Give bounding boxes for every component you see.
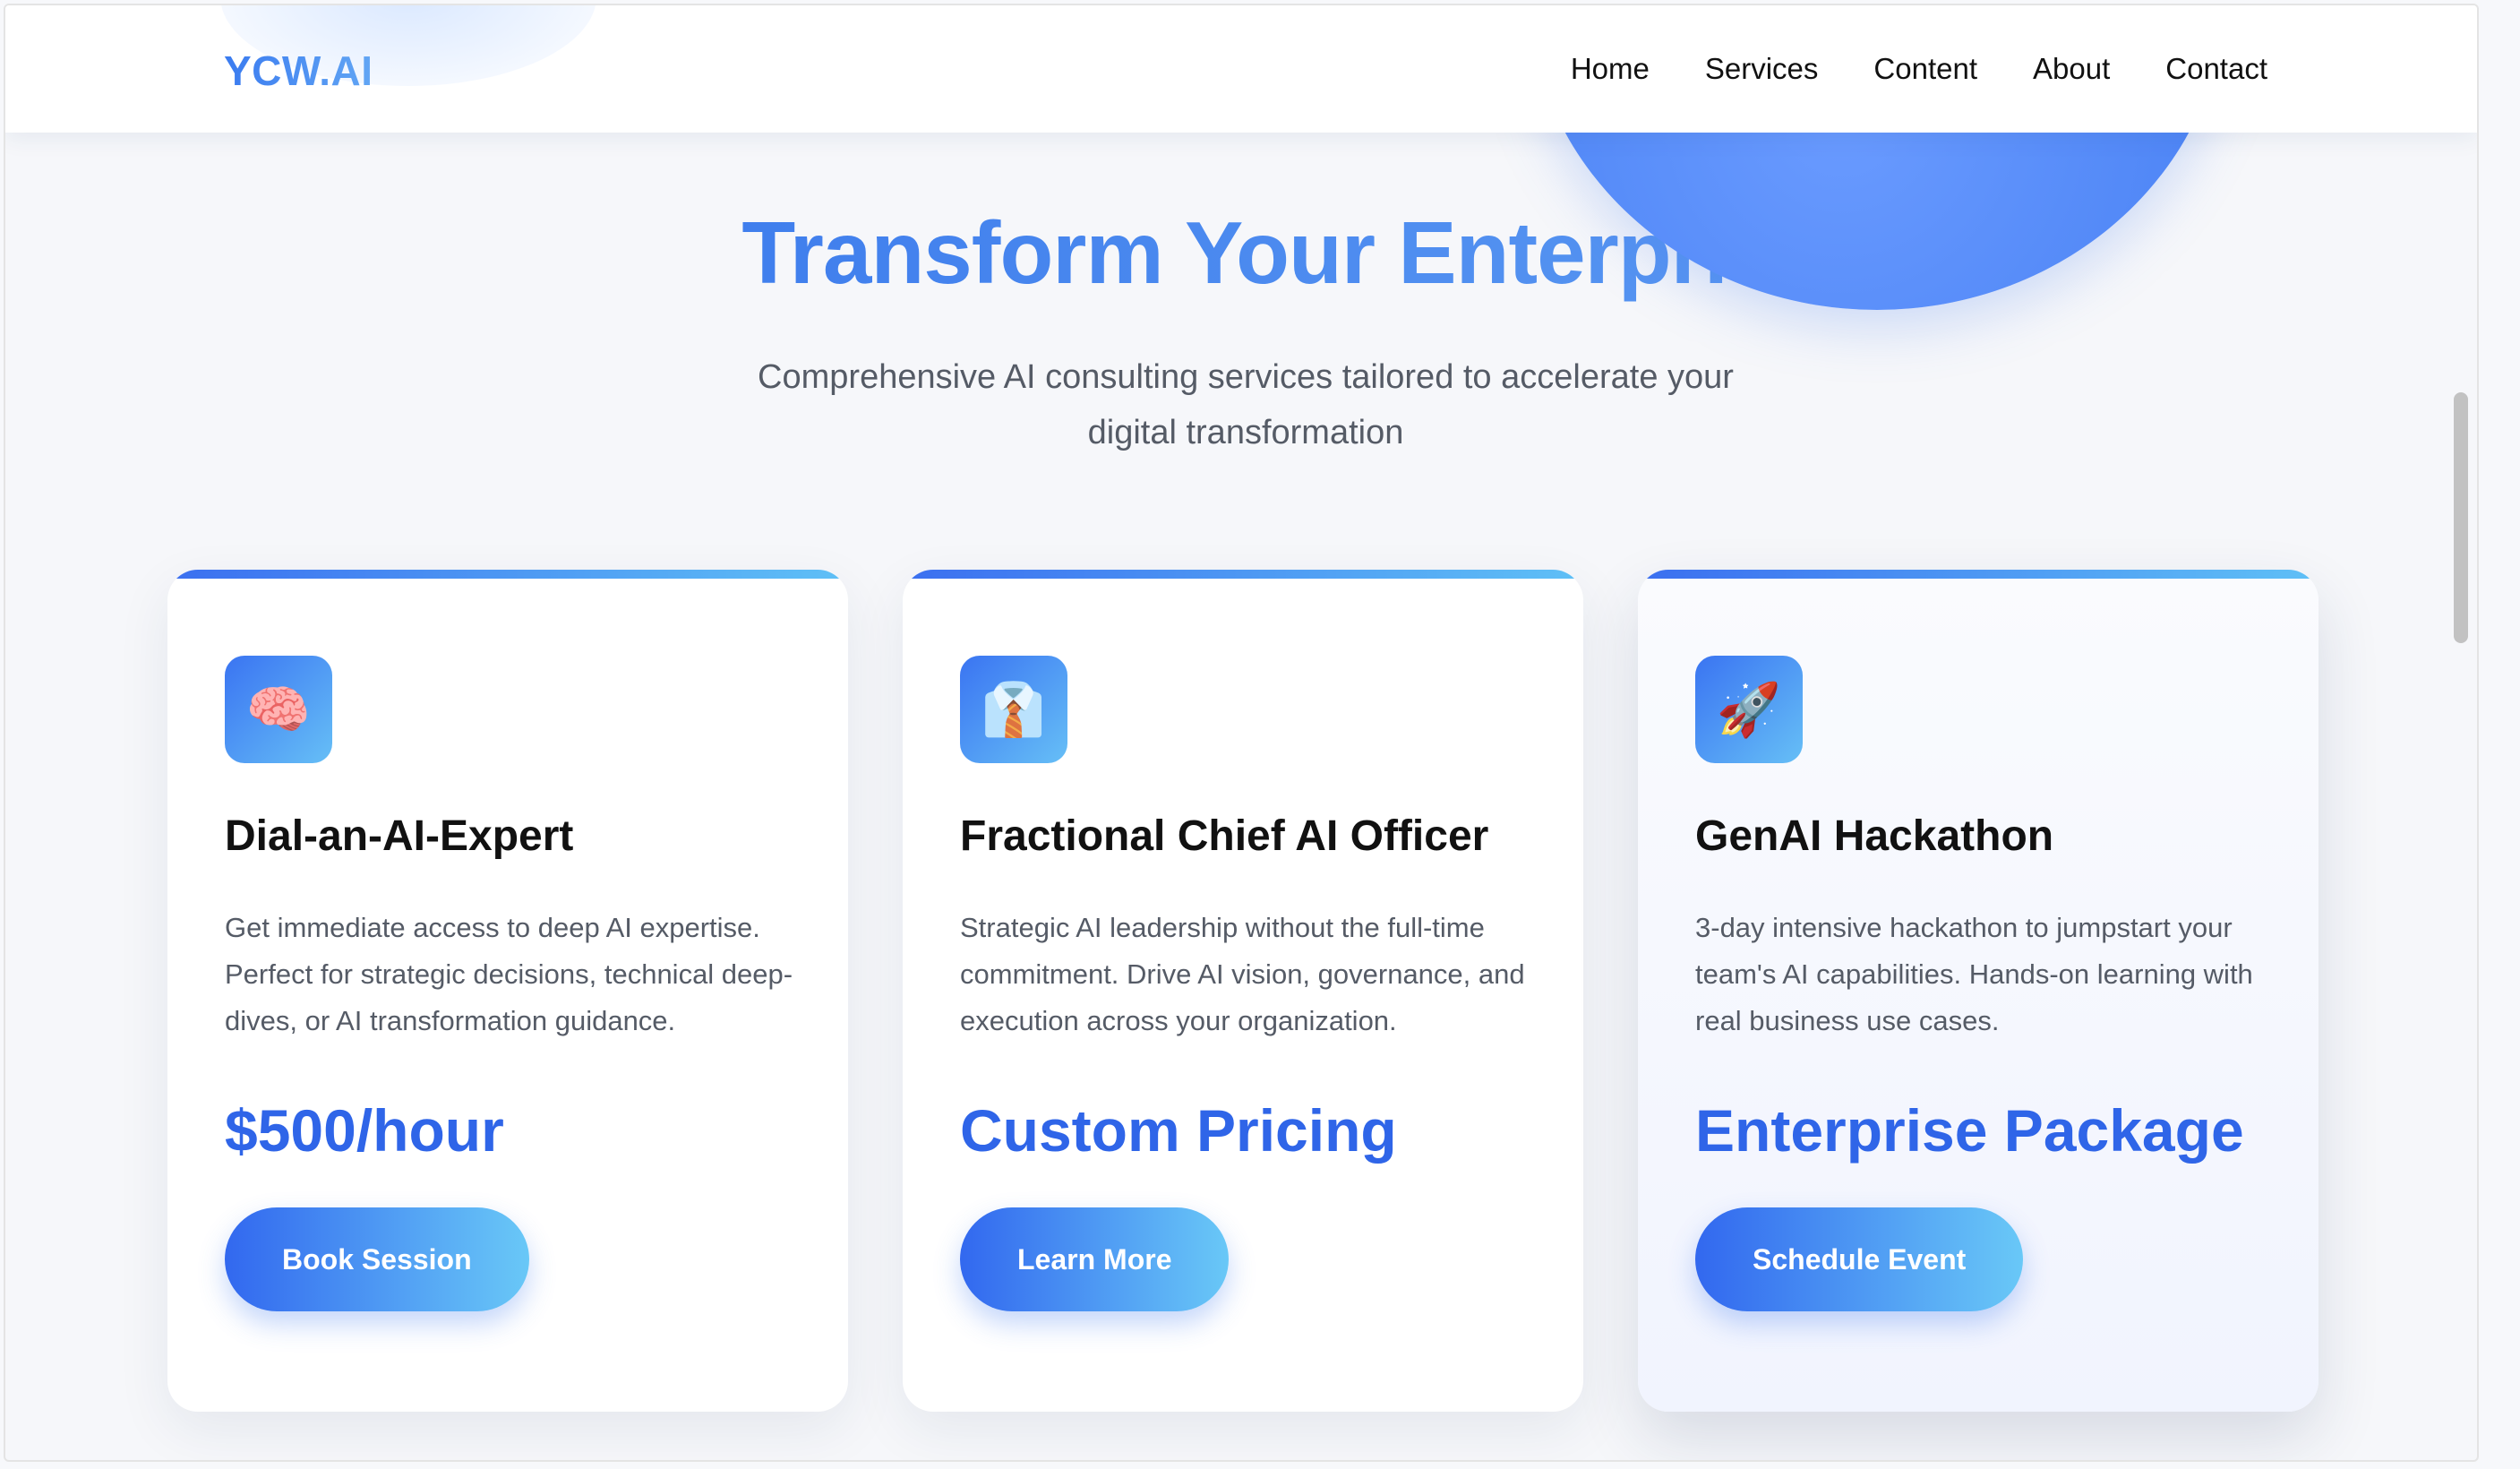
nav-link-contact[interactable]: Contact [2165,52,2267,86]
rocket-icon: 🚀 [1695,656,1803,763]
top-navigation: YCW.AI Home Services Content About Conta… [5,5,2477,133]
browser-viewport: YCW.AI Home Services Content About Conta… [4,4,2479,1462]
scrollbar-thumb[interactable] [2454,392,2468,643]
service-card-genai-hackathon: 🚀 GenAI Hackathon 3-day intensive hackat… [1638,570,2319,1412]
card-description: Strategic AI leadership without the full… [960,912,1525,1036]
learn-more-button[interactable]: Learn More [960,1207,1230,1311]
nav-link-home[interactable]: Home [1571,52,1650,86]
nav-link-about[interactable]: About [2033,52,2110,86]
card-accent-bar [167,570,848,579]
scrollbar[interactable] [2452,133,2470,1458]
card-price: $500/hour [225,1097,504,1164]
executive-icon: 👔 [960,656,1067,763]
book-session-button[interactable]: Book Session [225,1207,529,1311]
card-accent-bar [1638,570,2319,579]
nav-link-services[interactable]: Services [1705,52,1819,86]
hero-title: Transform Your Enterprise wi [104,202,2477,304]
card-description: 3-day intensive hackathon to jumpstart y… [1695,912,2253,1036]
nav-menu: Home Services Content About Contact [1571,52,2267,86]
service-card-dial-an-ai-expert: 🧠 Dial-an-AI-Expert Get immediate access… [167,570,848,1412]
card-accent-bar [903,570,1583,579]
brain-icon: 🧠 [225,656,332,763]
card-price: Custom Pricing [960,1097,1397,1164]
schedule-event-button[interactable]: Schedule Event [1695,1207,2024,1311]
nav-link-content[interactable]: Content [1873,52,1977,86]
site-logo[interactable]: YCW.AI [224,47,373,95]
card-title: Dial-an-AI-Expert [225,812,574,860]
card-description: Get immediate access to deep AI expertis… [225,912,793,1036]
hero-subtitle: Comprehensive AI consulting services tai… [758,358,1734,451]
card-price: Enterprise Package [1695,1097,2244,1164]
service-card-fractional-chief-ai-officer: 👔 Fractional Chief AI Officer Strategic … [903,570,1583,1412]
card-title: Fractional Chief AI Officer [960,812,1489,860]
card-title: GenAI Hackathon [1695,812,2054,860]
